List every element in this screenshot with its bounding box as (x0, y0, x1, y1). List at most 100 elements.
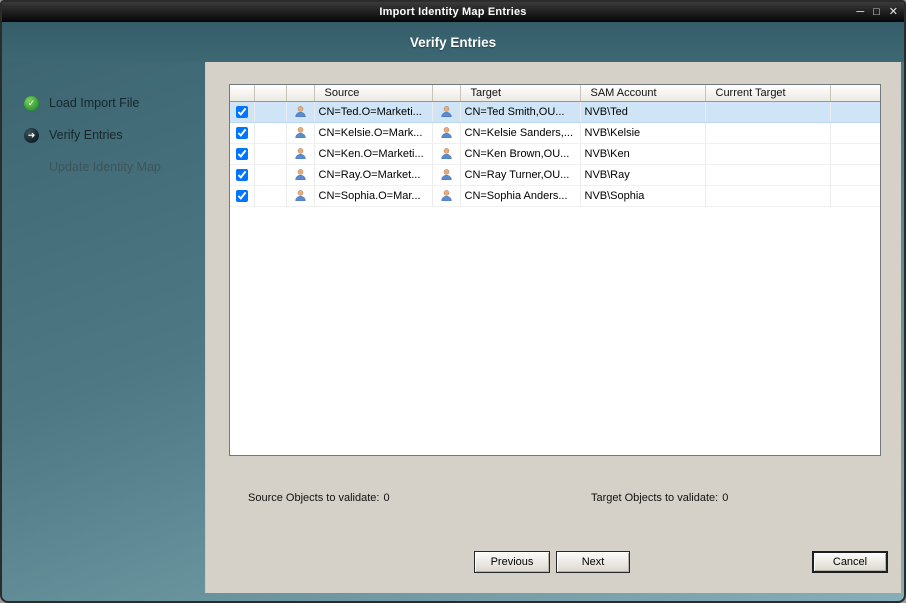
col-header-source-icon[interactable] (286, 85, 315, 102)
row-checkbox[interactable] (235, 189, 248, 202)
user-icon (440, 105, 453, 117)
current-target-cell (705, 122, 831, 144)
step-load-import-file[interactable]: ✓ Load Import File (24, 93, 139, 113)
col-header-filler (830, 85, 880, 102)
cancel-button[interactable]: Cancel (812, 551, 888, 573)
col-header-checkbox[interactable] (230, 85, 255, 102)
checkbox-cell (230, 164, 255, 186)
source-cell: CN=Ted.O=Marketi... (314, 101, 433, 123)
close-button[interactable]: ✕ (889, 6, 898, 18)
user-icon (440, 147, 453, 159)
target-objects-status: Target Objects to validate: 0 (591, 492, 729, 504)
arrow-icon: ➜ (24, 127, 39, 143)
table-row[interactable]: CN=Ted.O=Marketi... CN=Ted Smith,OU... NVB… (230, 101, 880, 123)
wizard-steps: ✓ Load Import File ➜ Verify Entries Upda… (2, 62, 205, 601)
target-icon-cell (432, 185, 461, 207)
table-row[interactable]: CN=Ray.O=Market... CN=Ray Turner,OU... NVB… (230, 164, 880, 186)
target-cell: CN=Ken Brown,OU... (460, 143, 581, 165)
target-cell: CN=Ted Smith,OU... (460, 101, 581, 123)
current-target-cell (705, 185, 831, 207)
source-objects-status: Source Objects to validate: 0 (248, 492, 390, 504)
filler-cell (830, 164, 880, 186)
checkbox-cell (230, 143, 255, 165)
source-icon-cell (286, 122, 315, 144)
step-label: Load Import File (49, 96, 140, 110)
blank-cell (254, 185, 287, 207)
filler-cell (830, 101, 880, 123)
table-body: CN=Ted.O=Marketi... CN=Ted Smith,OU... NVB… (230, 101, 880, 207)
next-button[interactable]: Next (556, 551, 630, 573)
sam-account-cell: NVB\Sophia (580, 185, 706, 207)
target-icon-cell (432, 122, 461, 144)
col-header-blank[interactable] (254, 85, 287, 102)
user-icon (294, 189, 307, 201)
current-target-cell (705, 101, 831, 123)
page-title: Verify Entries (409, 34, 497, 50)
window-title: Import Identity Map Entries (379, 6, 527, 18)
row-checkbox[interactable] (235, 105, 248, 118)
blank-cell (254, 164, 287, 186)
col-header-sam-account[interactable]: SAM Account (580, 85, 706, 102)
minimize-button[interactable]: ─ (856, 6, 864, 18)
user-icon (440, 168, 453, 180)
checkbox-cell (230, 101, 255, 123)
target-cell: CN=Sophia Anders... (460, 185, 581, 207)
step-update-identity-map: Update Identity Map (49, 157, 161, 177)
maximize-button[interactable]: □ (873, 6, 880, 18)
sam-account-cell: NVB\Ray (580, 164, 706, 186)
col-header-current-target[interactable]: Current Target (705, 85, 831, 102)
table-row[interactable]: CN=Sophia.O=Mar... CN=Sophia Anders... NVB… (230, 185, 880, 207)
blank-cell (254, 143, 287, 165)
row-checkbox[interactable] (235, 126, 248, 139)
step-label: Verify Entries (49, 128, 123, 142)
source-icon-cell (286, 164, 315, 186)
target-cell: CN=Ray Turner,OU... (460, 164, 581, 186)
user-icon (294, 126, 307, 138)
source-icon-cell (286, 143, 315, 165)
user-icon (294, 168, 307, 180)
user-icon (294, 105, 307, 117)
table-row[interactable]: CN=Kelsie.O=Mark... CN=Kelsie Sanders,...… (230, 122, 880, 144)
source-icon-cell (286, 185, 315, 207)
filler-cell (830, 185, 880, 207)
sam-account-cell: NVB\Kelsie (580, 122, 706, 144)
filler-cell (830, 143, 880, 165)
previous-button[interactable]: Previous (474, 551, 550, 573)
target-icon-cell (432, 101, 461, 123)
source-cell: CN=Ray.O=Market... (314, 164, 433, 186)
target-icon-cell (432, 164, 461, 186)
step-verify-entries[interactable]: ➜ Verify Entries (24, 125, 123, 145)
check-icon: ✓ (24, 95, 39, 111)
col-header-target[interactable]: Target (460, 85, 581, 102)
row-checkbox[interactable] (235, 147, 248, 160)
source-cell: CN=Kelsie.O=Mark... (314, 122, 433, 144)
user-icon (294, 147, 307, 159)
dialog-window: Import Identity Map Entries ─ □ ✕ Verify… (0, 0, 906, 603)
col-header-target-icon[interactable] (432, 85, 461, 102)
step-label: Update Identity Map (49, 160, 161, 174)
sam-account-cell: NVB\Ted (580, 101, 706, 123)
current-target-cell (705, 143, 831, 165)
table-row[interactable]: CN=Ken.O=Marketi... CN=Ken Brown,OU... NVB… (230, 143, 880, 165)
col-header-source[interactable]: Source (314, 85, 433, 102)
user-icon (440, 189, 453, 201)
blank-cell (254, 101, 287, 123)
target-cell: CN=Kelsie Sanders,... (460, 122, 581, 144)
source-cell: CN=Ken.O=Marketi... (314, 143, 433, 165)
entries-table: Source Target SAM Account Current Target… (229, 84, 881, 456)
table-header-row: Source Target SAM Account Current Target (230, 85, 880, 102)
checkbox-cell (230, 185, 255, 207)
current-target-cell (705, 164, 831, 186)
source-cell: CN=Sophia.O=Mar... (314, 185, 433, 207)
target-icon-cell (432, 143, 461, 165)
main-panel: Source Target SAM Account Current Target… (205, 62, 901, 593)
checkbox-cell (230, 122, 255, 144)
row-checkbox[interactable] (235, 168, 248, 181)
filler-cell (830, 122, 880, 144)
wizard-header: Verify Entries (2, 22, 904, 62)
sam-account-cell: NVB\Ken (580, 143, 706, 165)
user-icon (440, 126, 453, 138)
titlebar-controls: ─ □ ✕ (856, 2, 898, 22)
titlebar: Import Identity Map Entries ─ □ ✕ (2, 2, 904, 22)
blank-cell (254, 122, 287, 144)
